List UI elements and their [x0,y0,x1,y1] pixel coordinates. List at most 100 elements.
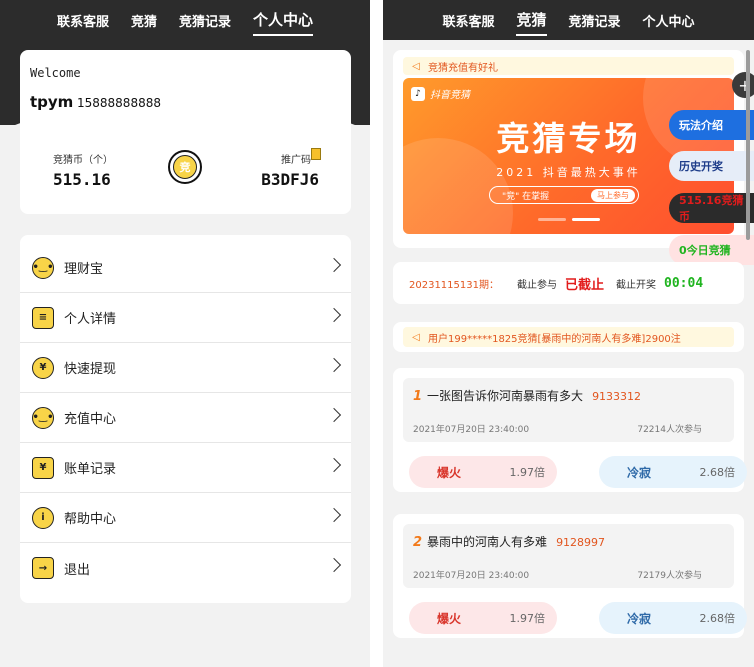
tab-guess[interactable]: 竞猜 [131,7,157,34]
menu-item-label: 个人详情 [64,312,117,327]
menu-item-profile[interactable]: ≡ 个人详情 [20,293,351,343]
coin-value: 515.16 [53,170,111,189]
tab-guess[interactable]: 竞猜 [516,5,547,36]
period-bar: 20231115131期： 截止参与 已截止 截止开奖 00:04 [393,262,744,304]
tab-personal-center[interactable]: 个人中心 [253,5,314,36]
chevron-right-icon [326,507,342,523]
face-icon: •‿• [32,256,54,279]
recharge-face-icon: •‿• [32,406,54,429]
logout-icon: → [32,557,54,579]
history-button[interactable]: 历史开奖 [669,151,754,181]
option-cold-button[interactable]: 冷寂 2.68倍 [599,456,747,488]
question-index: 1 [413,389,423,404]
tiktok-icon: ♪ [411,86,425,101]
carousel-dot[interactable] [537,218,566,221]
plus-icon[interactable]: + [732,72,754,98]
banner-logo-text: 抖音竞猜 [430,90,470,101]
question-pool: 9128997 [556,536,606,549]
menu-item-help[interactable]: i 帮助中心 [20,493,351,543]
period-number: 20231115131期： [409,279,499,291]
ticker-text: 用户199*****1825竞猜[暴雨中的河南人有多难]2900注 [428,333,681,345]
tab-guess-records[interactable]: 竞猜记录 [569,7,621,34]
question-pool: 9133312 [592,390,642,403]
carousel-dot-active[interactable] [571,218,600,221]
option-odds: 2.68倍 [699,466,736,479]
chevron-right-icon [326,357,342,373]
menu-item-label: 帮助中心 [64,512,117,527]
banner-logo: ♪ 抖音竞猜 [411,86,470,101]
username: tpym [30,93,74,111]
banner-pill[interactable]: "竞" 在掌握 马上参与 [489,186,639,204]
chevron-right-icon [326,307,342,323]
menu-item-withdraw[interactable]: ¥ 快速提现 [20,343,351,393]
tab-personal-center[interactable]: 个人中心 [643,7,695,34]
tab-customer-service[interactable]: 联系客服 [57,7,109,34]
speaker-icon: ◁ [412,60,420,72]
chevron-right-icon [326,257,342,273]
question-info[interactable]: 2 暴雨中的河南人有多难 9128997 2021年07月20日 23:40:0… [403,524,734,588]
menu-item-label: 理财宝 [64,262,104,277]
question-title-row: 1 一张图告诉你河南暴雨有多大 9133312 [413,387,641,404]
speaker-icon: ◁ [412,331,420,343]
document-icon: ≡ [32,306,54,329]
menu-list: •‿• 理财宝 ≡ 个人详情 ¥ 快速提现 •‿• 充值中心 ¥ 账单记录 i … [20,235,351,603]
option-name: 爆火 [437,611,462,626]
money-bag-icon: ¥ [32,356,54,379]
ticker-bar: ◁ 用户199*****1825竞猜[暴雨中的河南人有多难]2900注 [403,327,734,347]
option-name: 冷寂 [627,611,652,626]
question-date: 2021年07月20日 23:40:00 [413,571,530,581]
question-card: 1 一张图告诉你河南暴雨有多大 9133312 2021年07月20日 23:4… [393,368,747,492]
phone-number: 15888888888 [77,96,161,110]
option-name: 冷寂 [627,465,652,480]
question-title-row: 2 暴雨中的河南人有多难 9128997 [413,533,605,550]
guess-screen: 联系客服 竞猜 竞猜记录 个人中心 ◁ 竞猜充值有好礼 ♪ 抖音竞猜 竞猜专场 … [383,0,754,667]
join-now-button[interactable]: 马上参与 [591,188,635,202]
announcement-bar: ◁ 竞猜充值有好礼 [403,57,734,75]
question-info[interactable]: 1 一张图告诉你河南暴雨有多大 9133312 2021年07月20日 23:4… [403,378,734,442]
option-hot-button[interactable]: 爆火 1.97倍 [409,456,557,488]
option-name: 爆火 [437,465,462,480]
stop-label: 截止参与 [517,279,557,291]
personal-center-screen: 联系客服 竞猜 竞猜记录 个人中心 Welcome tpym 158888888… [0,0,370,667]
menu-item-recharge[interactable]: •‿• 充值中心 [20,393,351,443]
menu-item-label: 退出 [64,562,91,578]
menu-item-label: 充值中心 [64,412,117,427]
coin-badge-glyph: 竞 [173,155,197,179]
coin-balance-button[interactable]: 515.16竞猜币 [669,193,754,223]
rules-button[interactable]: 玩法介绍 [669,110,754,140]
bill-icon: ¥ [32,456,54,479]
option-cold-button[interactable]: 冷寂 2.68倍 [599,602,747,634]
promo-label: 推广码 [281,155,311,166]
question-index: 2 [413,535,423,550]
option-odds: 2.68倍 [699,612,736,625]
top-nav: 联系客服 竞猜 竞猜记录 个人中心 [383,0,754,40]
question-title: 暴雨中的河南人有多难 [427,535,548,549]
period-status: 已截止 [565,277,605,293]
option-hot-button[interactable]: 爆火 1.97倍 [409,602,557,634]
option-odds: 1.97倍 [509,612,546,625]
promo-code: B3DFJ6 [261,170,319,189]
tab-guess-records[interactable]: 竞猜记录 [179,7,231,34]
copy-icon[interactable] [311,148,321,160]
menu-item-bills[interactable]: ¥ 账单记录 [20,443,351,493]
menu-item-finance[interactable]: •‿• 理财宝 [20,243,351,293]
top-nav: 联系客服 竞猜 竞猜记录 个人中心 [0,0,370,40]
question-title: 一张图告诉你河南暴雨有多大 [427,389,584,403]
chevron-right-icon [326,407,342,423]
menu-item-label: 账单记录 [64,462,117,477]
coin-badge-icon: 竞 [168,150,202,184]
question-participants: 72214人次参与 [637,425,702,435]
ticker-card: ◁ 用户199*****1825竞猜[暴雨中的河南人有多难]2900注 [393,322,744,352]
scrollbar[interactable] [746,50,750,240]
chevron-right-icon [326,457,342,473]
tab-customer-service[interactable]: 联系客服 [442,7,494,34]
chevron-right-icon [326,557,342,573]
question-date: 2021年07月20日 23:40:00 [413,425,530,435]
question-card: 2 暴雨中的河南人有多难 9128997 2021年07月20日 23:40:0… [393,514,747,638]
question-participants: 72179人次参与 [637,571,702,581]
coin-label: 竞猜币（个） [53,155,113,166]
banner-pill-text: "竞" 在掌握 [502,191,550,202]
menu-item-logout[interactable]: → 退出 [20,543,351,593]
today-guess-button[interactable]: 0今日竞猜 [669,235,754,265]
user-card: Welcome tpym 15888888888 竞猜币（个） 515.16 竞… [20,50,351,214]
